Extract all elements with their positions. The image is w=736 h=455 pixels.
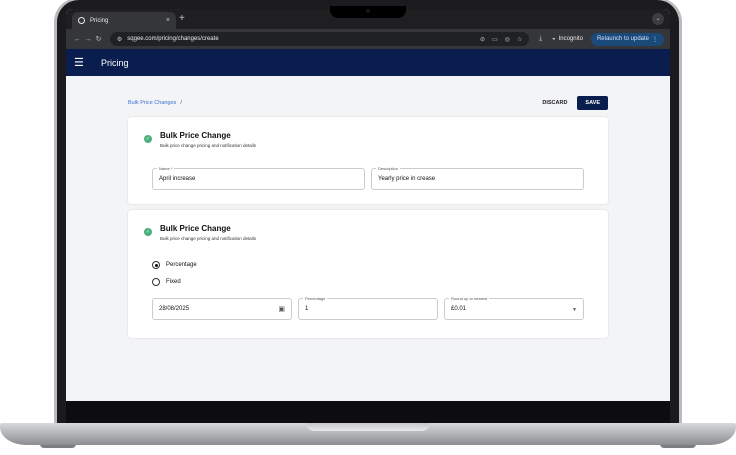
percentage-field[interactable]: Percentage 1 [298,296,438,320]
download-icon[interactable]: ⤓ [535,35,546,43]
reload-icon[interactable]: ↻ [93,35,104,43]
radio-percentage[interactable]: Percentage [152,261,197,269]
browser-toolbar: ← → ↻ ⚙ sqgee.com/pricing/changes/create… [66,29,670,49]
bookmark-star-icon[interactable]: ☆ [517,36,522,43]
name-field[interactable]: Name * April increase [152,166,365,190]
favicon-icon [78,17,85,24]
hide-icon[interactable]: ◎ [505,36,510,43]
chevron-down-icon: ▼ [572,307,577,313]
breadcrumb: Bulk Price Changes / DISCARD SAVE [128,96,608,110]
radio-fixed-control[interactable] [152,278,160,286]
relaunch-button[interactable]: Relaunch to update ⋮ [590,32,664,46]
cast-icon[interactable]: ▭ [492,36,498,43]
calendar-icon[interactable]: ▣ [278,305,285,313]
date-field-value: 28/08/2025 [159,306,190,312]
round-up-label: Round up to nearest [449,296,490,301]
tab-title: Pricing [90,17,109,24]
pricing-card: ✓ Bulk Price Change Bulk price change pr… [128,210,608,338]
name-field-value: April increase [159,176,196,182]
laptop-base [0,423,736,445]
eye-slash-icon[interactable]: ⊘ [480,36,485,43]
incognito-label: Incognito [558,36,583,42]
page-actions: DISCARD SAVE [538,96,608,110]
address-url: sqgee.com/pricing/changes/create [127,36,219,42]
relaunch-label: Relaunch to update [596,36,649,42]
back-icon[interactable]: ← [72,36,83,43]
breadcrumb-separator: / [180,100,182,106]
card-title: Bulk Price Change [160,131,231,140]
address-bar[interactable]: ⚙ sqgee.com/pricing/changes/create ⊘ ▭ ◎… [109,32,530,46]
camera-notch [330,6,406,18]
description-field[interactable]: Description Yearly price in crease [371,166,584,190]
tab-search-icon[interactable]: ⌄ [652,13,664,25]
radio-fixed-label: Fixed [166,279,181,285]
radio-fixed[interactable]: Fixed [152,278,181,286]
app-header: ☰ Pricing [66,49,670,76]
name-field-label: Name * [157,166,175,171]
card-subtitle: Bulk price change pricing and notificati… [160,143,257,148]
main-content: Bulk Price Changes / DISCARD SAVE ✓ Bulk… [66,76,670,401]
camera-icon [366,9,370,13]
description-field-value: Yearly price in crease [378,176,436,182]
laptop-bezel-bottom [66,401,670,423]
laptop-groove [306,423,430,431]
card-subtitle: Bulk price change pricing and notificati… [160,236,257,241]
menu-icon[interactable]: ☰ [74,56,94,69]
details-card: ✓ Bulk Price Change Bulk price change pr… [128,117,608,204]
menu-kebab-icon: ⋮ [652,36,658,43]
incognito-indicator[interactable]: ◒ Incognito [552,36,583,42]
omnibox-actions: ⊘ ▭ ◎ ☆ [480,36,522,43]
forward-icon[interactable]: → [83,36,94,43]
breadcrumb-link[interactable]: Bulk Price Changes [128,100,176,106]
card-header: ✓ Bulk Price Change Bulk price change pr… [144,224,256,241]
description-field-label: Description [376,166,401,171]
percentage-field-label: Percentage [303,296,328,301]
date-field[interactable]: 28/08/2025 ▣ [152,298,292,320]
check-circle-icon: ✓ [144,135,152,143]
incognito-icon: ◒ [551,36,556,42]
round-up-select[interactable]: Round up to nearest £0.01 ▼ [444,296,584,320]
round-up-value: £0.01 [451,306,467,312]
tab-close-icon[interactable]: × [166,17,170,24]
card-header: ✓ Bulk Price Change Bulk price change pr… [144,131,256,148]
percentage-field-value: 1 [305,306,309,312]
laptop-screen: Pricing × + ⌄ ← → ↻ ⚙ sqgee.com/pricing/… [66,9,670,401]
app-title: Pricing [101,57,129,68]
discard-button[interactable]: DISCARD [538,97,571,109]
browser-tab[interactable]: Pricing × [72,12,176,29]
radio-percentage-label: Percentage [166,262,197,268]
card-title: Bulk Price Change [160,224,231,233]
save-button[interactable]: SAVE [577,96,608,110]
site-info-icon[interactable]: ⚙ [117,36,122,43]
new-tab-button[interactable]: + [179,13,185,25]
check-circle-icon: ✓ [144,228,152,236]
radio-percentage-control[interactable] [152,261,160,269]
